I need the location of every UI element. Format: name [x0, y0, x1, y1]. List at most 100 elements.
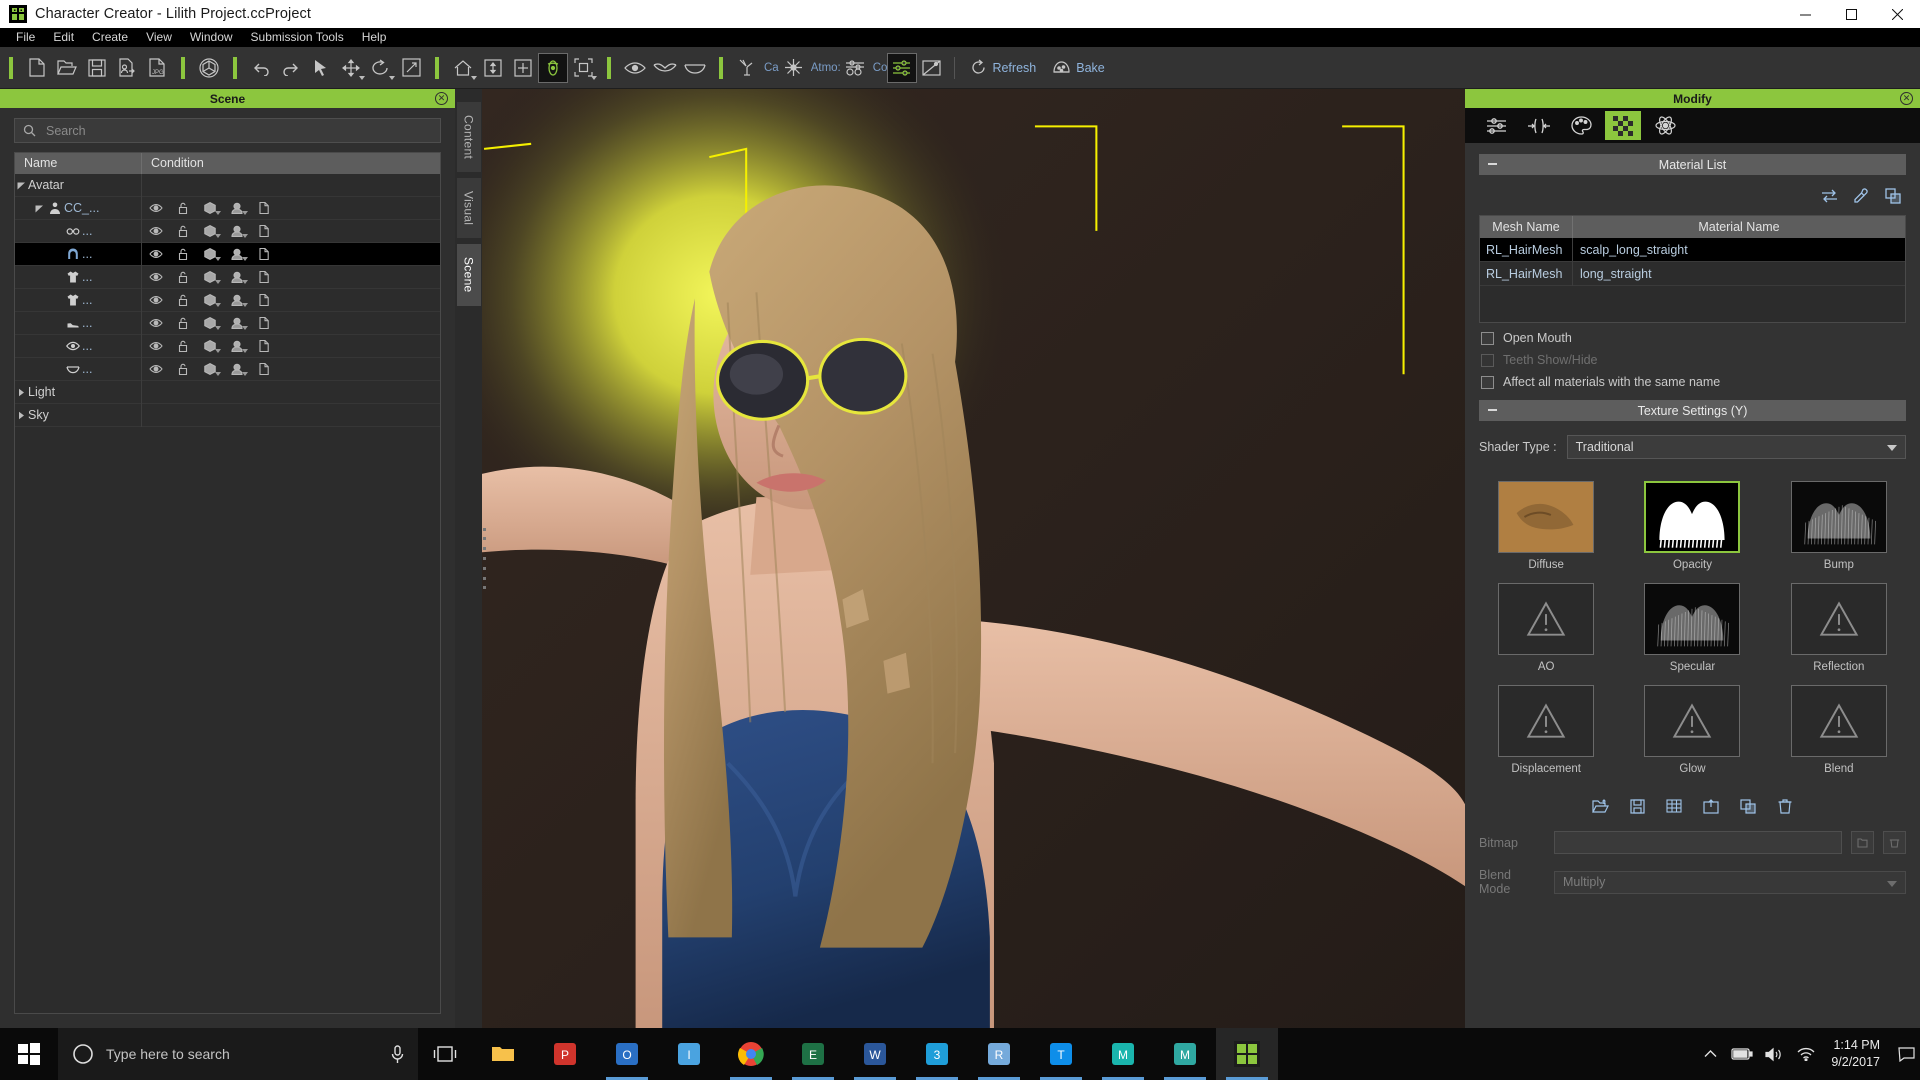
- adjust-sliders-tab[interactable]: [1479, 111, 1515, 140]
- material-sphere-icon[interactable]: [223, 197, 250, 220]
- volume-icon[interactable]: [1759, 1028, 1789, 1080]
- dropdown-caret[interactable]: [242, 279, 248, 284]
- texture-channel-opacity[interactable]: Opacity: [1631, 481, 1753, 571]
- teamviewer-icon[interactable]: T: [1030, 1028, 1092, 1080]
- texture-channel-glow[interactable]: Glow: [1631, 685, 1753, 775]
- menu-item-submission-tools[interactable]: Submission Tools: [242, 28, 353, 47]
- frame-object-dropdown-caret[interactable]: [591, 75, 597, 80]
- refresh-button[interactable]: Refresh: [962, 54, 1044, 82]
- color-settings-icon[interactable]: [841, 53, 871, 83]
- scene-row-name-cell[interactable]: CC_...: [15, 196, 142, 220]
- dropdown-caret[interactable]: [242, 256, 248, 261]
- texture-channel-diffuse[interactable]: Diffuse: [1485, 481, 1607, 571]
- orbit-view-icon[interactable]: [538, 52, 568, 83]
- menu-item-view[interactable]: View: [137, 28, 181, 47]
- visibility-eye-icon[interactable]: [142, 243, 169, 266]
- lock-icon[interactable]: [169, 243, 196, 266]
- viewport-3d[interactable]: [482, 89, 1465, 1028]
- dropdown-caret[interactable]: [242, 210, 248, 215]
- frame-object-icon[interactable]: [568, 53, 598, 83]
- close-icon[interactable]: ✕: [435, 92, 448, 105]
- lock-icon[interactable]: [169, 312, 196, 335]
- copy-texture-icon[interactable]: [1736, 795, 1760, 817]
- expand-arrow-open-icon[interactable]: [15, 174, 28, 197]
- dropdown-caret[interactable]: [242, 371, 248, 376]
- excel-icon[interactable]: E: [782, 1028, 844, 1080]
- scene-tree-row[interactable]: ...: [15, 242, 440, 266]
- redo-icon[interactable]: [276, 53, 306, 83]
- texture-thumbnail[interactable]: [1790, 583, 1887, 655]
- pan-view-icon[interactable]: [508, 53, 538, 83]
- texture-channel-bump[interactable]: Bump: [1778, 481, 1900, 571]
- texture-thumbnail[interactable]: [1644, 583, 1741, 655]
- mesh-cube-icon[interactable]: [196, 312, 223, 335]
- close-icon[interactable]: [1874, 0, 1920, 28]
- visibility-eye-icon[interactable]: [142, 358, 169, 381]
- texture-channel-blend[interactable]: Blend: [1778, 685, 1900, 775]
- texture-grid-icon[interactable]: [1662, 795, 1686, 817]
- network-icon[interactable]: [1791, 1028, 1821, 1080]
- open-project-icon[interactable]: [52, 53, 82, 83]
- toggle-display-icon[interactable]: [917, 53, 947, 83]
- texture-settings-section-header[interactable]: Texture Settings (Y): [1479, 400, 1906, 421]
- texture-thumbnail[interactable]: [1498, 685, 1595, 757]
- lock-icon[interactable]: [169, 266, 196, 289]
- task-view-icon[interactable]: [418, 1028, 472, 1080]
- scene-tree-row[interactable]: Avatar: [15, 174, 440, 197]
- dropdown-caret[interactable]: [215, 279, 221, 284]
- lock-icon[interactable]: [169, 358, 196, 381]
- bitmap-path-input[interactable]: [1554, 831, 1842, 854]
- texture-channel-ao[interactable]: AO: [1485, 583, 1607, 673]
- scene-row-name-cell[interactable]: ...: [15, 242, 142, 266]
- mesh-cube-icon[interactable]: [196, 243, 223, 266]
- material-sphere-icon[interactable]: [223, 243, 250, 266]
- dropdown-caret[interactable]: [215, 233, 221, 238]
- texture-thumbnail[interactable]: [1644, 481, 1741, 553]
- material-sphere-icon[interactable]: [223, 312, 250, 335]
- menu-item-create[interactable]: Create: [83, 28, 137, 47]
- tab-content[interactable]: Content: [455, 101, 482, 174]
- material-table-row[interactable]: RL_HairMesh scalp_long_straight: [1480, 237, 1905, 262]
- home-view-dropdown-caret[interactable]: [471, 75, 477, 80]
- material-sphere-icon[interactable]: [223, 289, 250, 312]
- mesh-cube-icon[interactable]: [196, 358, 223, 381]
- dropdown-caret[interactable]: [242, 302, 248, 307]
- scene-tree-row[interactable]: ...: [15, 288, 440, 312]
- open-mouth-row[interactable]: Open Mouth: [1479, 323, 1906, 345]
- maya-icon[interactable]: M: [1092, 1028, 1154, 1080]
- dropdown-caret[interactable]: [215, 325, 221, 330]
- menu-item-window[interactable]: Window: [181, 28, 242, 47]
- browse-bitmap-icon[interactable]: [1851, 831, 1874, 854]
- scene-tree-row[interactable]: CC_...: [15, 196, 440, 220]
- bake-button[interactable]: Bake: [1044, 54, 1113, 82]
- material-list-section-header[interactable]: Material List: [1479, 154, 1906, 175]
- rotate-tool-icon[interactable]: [366, 53, 396, 83]
- texture-thumbnail[interactable]: [1790, 685, 1887, 757]
- dropdown-caret[interactable]: [215, 371, 221, 376]
- mesh-cube-icon[interactable]: [196, 197, 223, 220]
- collapse-icon[interactable]: [1488, 163, 1497, 165]
- dropdown-caret[interactable]: [215, 210, 221, 215]
- windows-start-icon[interactable]: [0, 1028, 58, 1080]
- page-icon[interactable]: [250, 289, 277, 312]
- scene-row-name-cell[interactable]: ...: [15, 311, 142, 335]
- scene-row-name-cell[interactable]: ...: [15, 334, 142, 358]
- page-icon[interactable]: [250, 266, 277, 289]
- scale-tool-icon[interactable]: [396, 53, 426, 83]
- menu-item-file[interactable]: File: [7, 28, 44, 47]
- expand-arrow-closed-icon[interactable]: [15, 404, 28, 427]
- action-center-icon[interactable]: [1892, 1028, 1920, 1080]
- material-sphere-icon[interactable]: [223, 266, 250, 289]
- morph-tab[interactable]: [1521, 111, 1557, 140]
- scene-tree-row[interactable]: ...: [15, 334, 440, 358]
- page-icon[interactable]: [250, 312, 277, 335]
- delete-texture-icon[interactable]: [1773, 795, 1797, 817]
- mesh-cube-icon[interactable]: [196, 220, 223, 243]
- outlook-icon[interactable]: O: [596, 1028, 658, 1080]
- search-input[interactable]: [14, 118, 441, 143]
- texture-channel-reflection[interactable]: Reflection: [1778, 583, 1900, 673]
- atmosphere-icon[interactable]: [779, 53, 809, 83]
- viewport-resize-grip[interactable]: [483, 527, 486, 590]
- eyedropper-icon[interactable]: [1850, 186, 1872, 206]
- visibility-eye-icon[interactable]: [142, 266, 169, 289]
